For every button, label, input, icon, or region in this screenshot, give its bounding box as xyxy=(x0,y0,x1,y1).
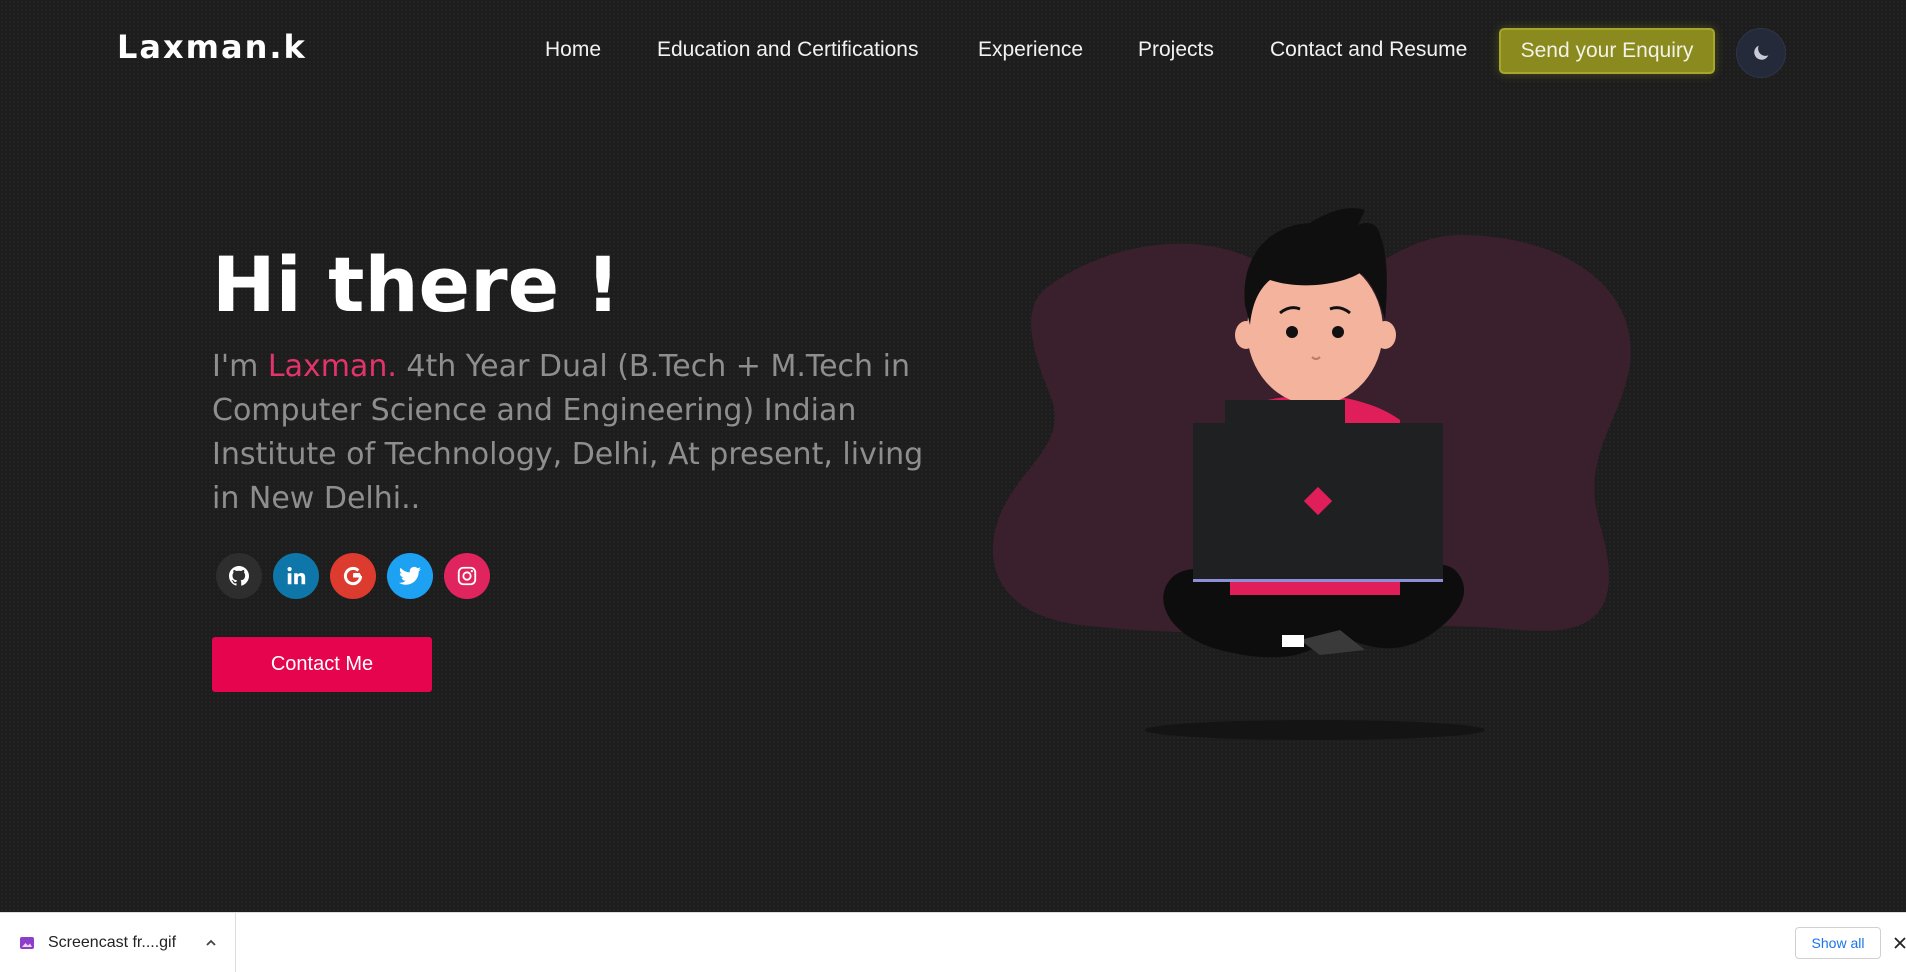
nav-projects-link[interactable]: Projects xyxy=(1138,38,1214,62)
download-bar: Screencast fr....gif Show all xyxy=(0,912,1906,972)
twitter-icon xyxy=(399,566,421,585)
developer-illustration xyxy=(992,208,1631,740)
github-icon xyxy=(229,566,249,586)
download-item[interactable]: Screencast fr....gif xyxy=(0,913,236,972)
google-icon xyxy=(343,566,363,586)
highlighted-name: Laxman. xyxy=(267,349,397,384)
theme-toggle-button[interactable] xyxy=(1736,28,1786,78)
nav-home-link[interactable]: Home xyxy=(545,38,601,62)
close-icon[interactable] xyxy=(1894,936,1906,950)
linkedin-link[interactable] xyxy=(273,553,319,599)
site-header: Laxman.k Home Education and Certificatio… xyxy=(0,0,1906,100)
hero-title: Hi there ! xyxy=(212,240,621,329)
image-file-icon xyxy=(20,937,34,949)
linkedin-icon xyxy=(287,567,306,585)
moon-icon xyxy=(1754,45,1769,60)
send-enquiry-button[interactable]: Send your Enquiry xyxy=(1499,28,1715,74)
contact-me-button[interactable]: Contact Me xyxy=(212,637,432,692)
show-all-button[interactable]: Show all xyxy=(1795,927,1881,959)
instagram-link[interactable] xyxy=(444,553,490,599)
nav-experience-link[interactable]: Experience xyxy=(978,38,1083,62)
twitter-link[interactable] xyxy=(387,553,433,599)
main-nav: Home Education and Certifications Experi… xyxy=(0,28,1906,78)
download-file-name: Screencast fr....gif xyxy=(48,934,177,951)
intro-prefix: I'm xyxy=(212,349,268,384)
google-link[interactable] xyxy=(330,553,376,599)
instagram-icon xyxy=(457,566,477,586)
github-link[interactable] xyxy=(216,553,262,599)
nav-education-link[interactable]: Education and Certifications xyxy=(657,38,919,62)
hero-description: I'm Laxman. 4th Year Dual (B.Tech + M.Te… xyxy=(212,345,932,521)
nav-contact-link[interactable]: Contact and Resume xyxy=(1270,38,1467,62)
chevron-up-icon[interactable] xyxy=(204,936,218,950)
